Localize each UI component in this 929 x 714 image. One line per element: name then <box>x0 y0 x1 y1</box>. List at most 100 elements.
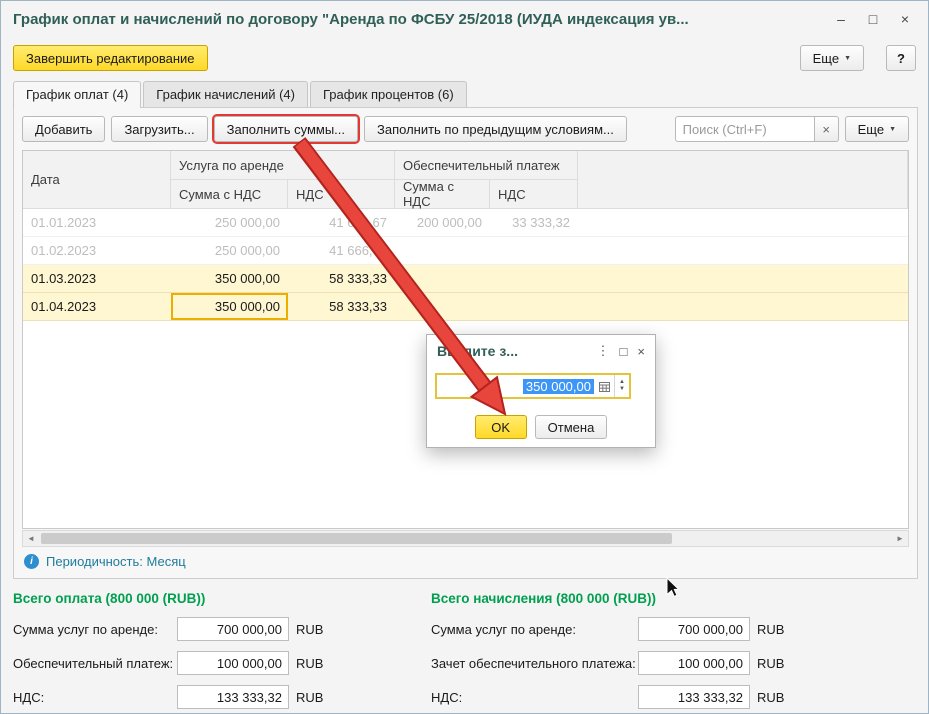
spin-up-icon[interactable]: ▲ <box>619 379 625 386</box>
total-row: Зачет обеспечительного платежа: RUB <box>431 651 784 675</box>
currency-label: RUB <box>296 621 324 637</box>
cell-service-vat[interactable]: 58 333,33 <box>288 293 395 320</box>
cell-deposit-vat[interactable]: 33 333,32 <box>490 209 578 236</box>
cell-date[interactable]: 01.02.2023 <box>23 237 171 264</box>
input-selected-value[interactable]: 350 000,00 <box>522 378 594 394</box>
cell-service-sum[interactable]: 250 000,00 <box>171 237 288 264</box>
maximize-icon[interactable]: □ <box>862 8 884 30</box>
table-header: Дата Услуга по аренде Сумма с НДС НДС Об… <box>23 151 908 209</box>
total-value-field[interactable] <box>177 651 289 675</box>
help-button[interactable]: ? <box>886 45 916 71</box>
load-button[interactable]: Загрузить... <box>111 116 208 142</box>
tab-payment-schedule[interactable]: График оплат (4) <box>13 81 142 108</box>
total-label: Сумма услуг по аренде: <box>13 621 158 637</box>
periodicity-link[interactable]: Периодичность: Месяц <box>46 554 186 569</box>
ok-button[interactable]: OK <box>474 415 527 439</box>
table-row[interactable]: 01.04.2023 350 000,00 58 333,33 <box>23 293 908 321</box>
cell-date[interactable]: 01.04.2023 <box>23 293 171 320</box>
scroll-track[interactable] <box>39 531 892 546</box>
col-header-deposit-sum[interactable]: Сумма с НДС <box>395 179 490 209</box>
calculator-icon[interactable] <box>594 380 614 393</box>
total-row: НДС: RUB <box>431 685 784 709</box>
fill-sums-button[interactable]: Заполнить суммы... <box>211 114 361 144</box>
cell-filler <box>578 237 908 264</box>
cell-service-vat[interactable]: 41 666,67 <box>288 237 395 264</box>
scroll-left-icon[interactable]: ◄ <box>23 534 39 543</box>
dialog-maximize-icon[interactable]: □ <box>620 344 628 359</box>
finish-editing-button[interactable]: Завершить редактирование <box>13 45 208 71</box>
dialog-menu-icon[interactable]: ⋮ <box>597 343 610 359</box>
col-group-deposit: Обеспечительный платеж Сумма с НДС НДС <box>395 151 578 209</box>
cell-date[interactable]: 01.03.2023 <box>23 265 171 292</box>
total-label: Сумма услуг по аренде: <box>431 621 576 637</box>
close-icon[interactable]: × <box>894 8 916 30</box>
tab-label: График оплат (4) <box>26 87 129 102</box>
search-input[interactable] <box>674 116 815 142</box>
col-header-service-group[interactable]: Услуга по аренде <box>171 151 395 180</box>
totals-accrual-block: Всего начисления (800 000 (RUB)) Сумма у… <box>431 591 784 713</box>
cell-deposit-vat[interactable] <box>490 293 578 320</box>
currency-label: RUB <box>757 621 785 637</box>
cell-service-vat[interactable]: 41 666,67 <box>288 209 395 236</box>
total-value-field[interactable] <box>177 617 289 641</box>
spinner-control[interactable]: ▲ ▼ <box>614 375 629 397</box>
cancel-button[interactable]: Отмена <box>534 415 608 439</box>
spin-down-icon[interactable]: ▼ <box>619 386 625 393</box>
totals-accrual-title: Всего начисления (800 000 (RUB)) <box>431 591 656 606</box>
total-value-field[interactable] <box>638 617 750 641</box>
toolbar-more-label: Еще <box>857 121 885 137</box>
table-row[interactable]: 01.01.2023 250 000,00 41 666,67 200 000,… <box>23 209 908 237</box>
cell-deposit-sum[interactable] <box>395 265 490 292</box>
currency-label: RUB <box>296 655 324 671</box>
add-button[interactable]: Добавить <box>22 116 106 142</box>
cell-deposit-vat[interactable] <box>490 237 578 264</box>
totals-payment-block: Всего оплата (800 000 (RUB)) Сумма услуг… <box>13 591 324 713</box>
currency-label: RUB <box>757 655 785 671</box>
col-header-deposit-vat[interactable]: НДС <box>490 180 578 209</box>
cell-filler <box>578 265 908 292</box>
tab-label: График начислений (4) <box>156 87 295 102</box>
toolbar-more-button[interactable]: Еще ▼ <box>844 116 909 142</box>
periodicity-line: i Периодичность: Месяц <box>24 551 186 571</box>
scroll-thumb[interactable] <box>41 533 673 544</box>
cell-deposit-vat[interactable] <box>490 265 578 292</box>
search-clear-icon[interactable]: × <box>814 116 839 142</box>
cell-date[interactable]: 01.01.2023 <box>23 209 171 236</box>
horizontal-scrollbar[interactable]: ◄ ► <box>22 530 909 547</box>
enter-value-dialog: Введите з... ⋮ □ × 350 000,00 ▲ ▼ OK Отм… <box>426 334 656 448</box>
scroll-right-icon[interactable]: ► <box>892 534 908 543</box>
cell-deposit-sum[interactable] <box>395 237 490 264</box>
dialog-close-icon[interactable]: × <box>637 344 645 359</box>
fill-previous-conditions-button[interactable]: Заполнить по предыдущим условиям... <box>364 116 627 142</box>
total-row: Сумма услуг по аренде: RUB <box>431 617 784 641</box>
cell-service-sum[interactable]: 350 000,00 <box>171 265 288 292</box>
window-title: График оплат и начислений по договору "А… <box>13 10 689 28</box>
col-header-service-sum[interactable]: Сумма с НДС <box>171 180 288 209</box>
top-more-label: Еще <box>812 50 840 66</box>
cell-service-sum-selected[interactable]: 350 000,00 <box>171 293 288 320</box>
app-window: График оплат и начислений по договору "А… <box>0 0 929 714</box>
tab-label: График процентов (6) <box>322 87 454 102</box>
cell-deposit-sum[interactable]: 200 000,00 <box>395 209 490 236</box>
cell-service-sum[interactable]: 250 000,00 <box>171 209 288 236</box>
col-header-service-vat[interactable]: НДС <box>288 180 395 209</box>
cell-deposit-sum[interactable] <box>395 293 490 320</box>
tab-interest-schedule[interactable]: График процентов (6) <box>309 81 467 107</box>
total-label: Обеспечительный платеж: <box>13 655 174 671</box>
total-value-field[interactable] <box>638 685 750 709</box>
value-input[interactable]: 350 000,00 ▲ ▼ <box>435 373 631 399</box>
col-header-filler <box>578 151 908 209</box>
cell-service-vat[interactable]: 58 333,33 <box>288 265 395 292</box>
total-value-field[interactable] <box>177 685 289 709</box>
total-value-field[interactable] <box>638 651 750 675</box>
total-row: НДС: RUB <box>13 685 323 709</box>
minimize-icon[interactable]: – <box>830 8 852 30</box>
col-header-date[interactable]: Дата <box>23 151 171 209</box>
table-row[interactable]: 01.02.2023 250 000,00 41 666,67 <box>23 237 908 265</box>
tab-strip: График оплат (4) График начислений (4) Г… <box>13 81 467 108</box>
table-row[interactable]: 01.03.2023 350 000,00 58 333,33 <box>23 265 908 293</box>
col-group-service: Услуга по аренде Сумма с НДС НДС <box>171 151 395 209</box>
col-header-deposit-group[interactable]: Обеспечительный платеж <box>395 151 578 180</box>
tab-accrual-schedule[interactable]: График начислений (4) <box>143 81 308 107</box>
top-more-button[interactable]: Еще ▼ <box>799 45 864 71</box>
